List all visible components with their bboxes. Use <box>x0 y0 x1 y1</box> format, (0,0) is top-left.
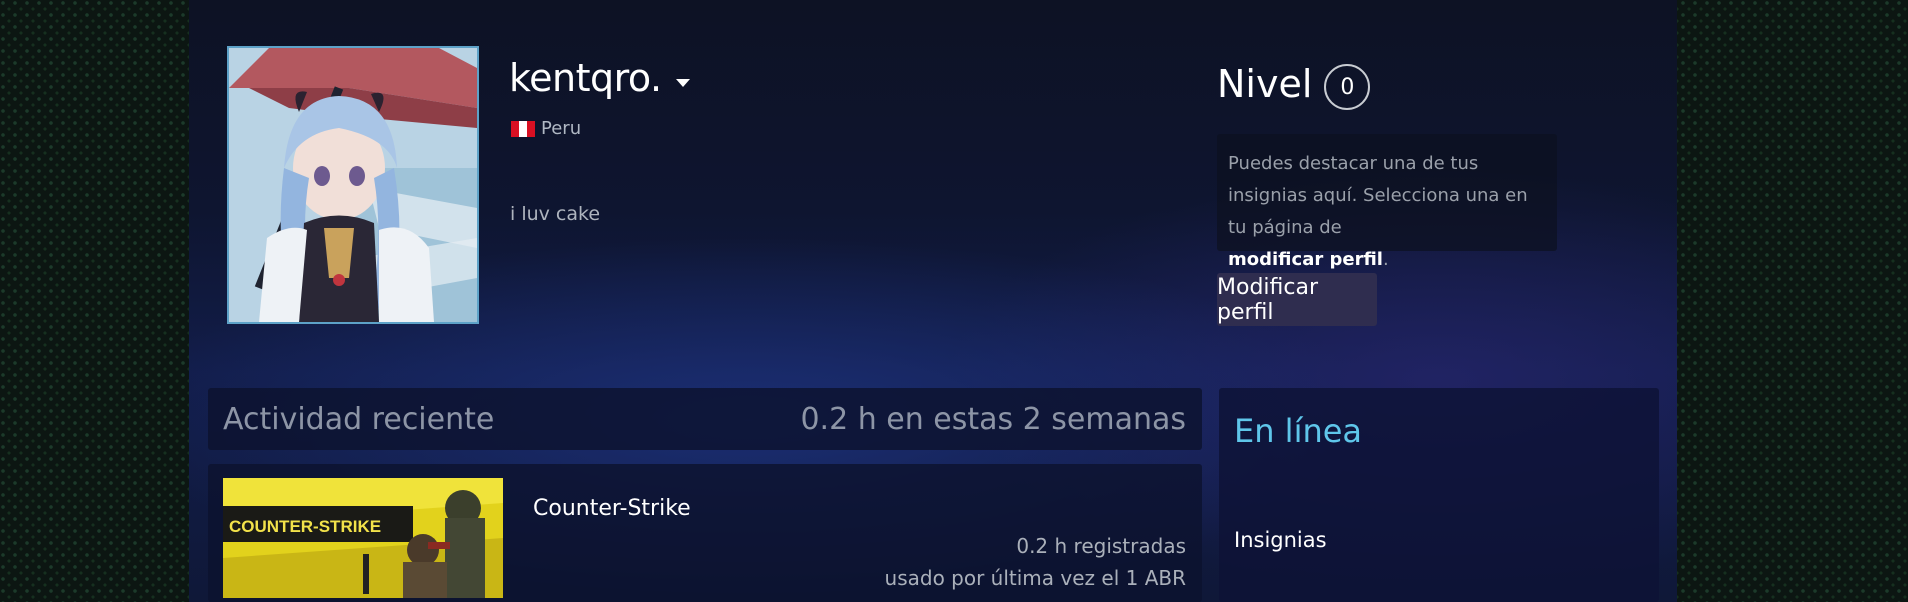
level-label: Nivel <box>1217 62 1313 106</box>
location: Peru <box>511 118 581 139</box>
game-last-played: usado por última vez el 1 ABR <box>884 566 1186 590</box>
recent-activity-header: Actividad reciente 0.2 h en estas 2 sema… <box>208 388 1202 450</box>
featured-badge-notice: Puedes destacar una de tus insignias aqu… <box>1217 134 1557 270</box>
game-activity-row: COUNTER-STRIKE Counter-Strike 0.2 h regi… <box>208 464 1202 602</box>
recent-activity-summary: 0.2 h en estas 2 semanas <box>800 401 1186 437</box>
flag-stripe <box>511 120 519 137</box>
edit-profile-button[interactable]: Modificar perfil <box>1217 273 1377 326</box>
game-capsule-image[interactable]: COUNTER-STRIKE <box>223 478 503 598</box>
right-sidebar: En línea Insignias <box>1219 388 1659 602</box>
game-name[interactable]: Counter-Strike <box>533 496 691 521</box>
persona-name-row[interactable]: kentqro. <box>509 56 690 100</box>
badges-link[interactable]: Insignias <box>1234 528 1327 552</box>
online-status: En línea <box>1234 412 1363 450</box>
avatar[interactable] <box>227 46 479 324</box>
persona-dropdown-caret-icon[interactable] <box>675 79 690 87</box>
level-display: Nivel 0 <box>1217 58 1371 110</box>
capsule-logo-text: COUNTER-STRIKE <box>229 517 381 536</box>
recent-activity-title: Actividad reciente <box>223 401 495 437</box>
country-label: Peru <box>541 118 582 139</box>
badge-notice-suffix: . <box>1382 249 1389 270</box>
profile-page: kentqro. Peru i luv cake Nivel 0 Puedes … <box>189 0 1677 602</box>
badge-notice-text: Puedes destacar una de tus insignias aqu… <box>1228 153 1528 238</box>
modify-profile-link[interactable]: modificar perfil <box>1228 249 1383 270</box>
game-hours: 0.2 h registradas <box>1016 534 1186 558</box>
profile-summary: i luv cake <box>510 203 601 225</box>
persona-name: kentqro. <box>509 56 662 100</box>
counter-strike-capsule: COUNTER-STRIKE <box>223 478 503 598</box>
flag-stripe <box>519 120 527 137</box>
avatar-image <box>229 48 477 322</box>
flag-stripe <box>527 120 535 137</box>
level-badge: 0 <box>1324 64 1371 110</box>
peru-flag-icon <box>511 120 535 137</box>
